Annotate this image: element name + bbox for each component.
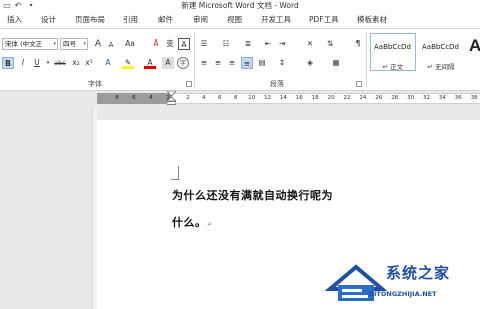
decrease-indent-icon[interactable]: ⇤ — [262, 38, 274, 50]
ruler-number: 8 — [233, 95, 238, 101]
font-color-icon[interactable]: A — [144, 57, 156, 69]
style-name: ↵ 正文 — [382, 63, 404, 71]
ruler-number: 4 — [149, 95, 153, 101]
numbering-icon[interactable]: ☷ — [220, 38, 232, 50]
font-dialog-launcher-icon[interactable] — [186, 81, 192, 87]
ruler-number: 20 — [327, 95, 335, 101]
margin-corner-mark — [171, 166, 179, 180]
ruler-number: 26 — [375, 95, 383, 101]
style-no-spacing[interactable]: AaBbCcDd ↵ 无间隔 — [418, 33, 464, 71]
shrink-font-button[interactable]: A — [105, 39, 117, 51]
align-right-icon[interactable]: ≡ — [226, 57, 238, 69]
grow-font-button[interactable]: A — [92, 38, 104, 50]
align-center-icon[interactable]: ≡ — [212, 57, 224, 69]
paragraph-mark: ↵ — [206, 220, 213, 228]
ruler-number: 12 — [264, 95, 271, 101]
style-sample: AaBbCcDd — [422, 43, 459, 51]
paragraph-dialog-launcher-icon[interactable] — [356, 81, 362, 87]
tab-developer[interactable]: 开发工具 — [261, 14, 291, 26]
justify-icon[interactable]: ≡ — [241, 57, 253, 69]
distributed-icon[interactable]: ▤ — [256, 57, 268, 69]
chinese-layout-icon[interactable]: ✕ — [304, 38, 316, 50]
show-marks-icon[interactable]: ¶ — [352, 38, 364, 50]
align-left-icon[interactable]: ≡ — [198, 57, 210, 69]
tab-mailings[interactable]: 邮件 — [158, 14, 173, 26]
font-group-label: 字体 — [88, 80, 102, 88]
font-size-value: 四号 — [63, 40, 76, 48]
tab-references[interactable]: 引用 — [123, 14, 138, 26]
indent-marker-icon[interactable] — [167, 91, 176, 105]
window-title: 新建 Microsoft Word 文档 - Word — [181, 1, 299, 10]
ruler-number: 8 — [115, 95, 119, 101]
tab-insert[interactable]: 插入 — [7, 14, 22, 26]
ruler-number: 34 — [438, 95, 446, 101]
enclose-characters-icon[interactable]: 字 — [177, 57, 189, 69]
superscript-button[interactable]: x² — [83, 57, 95, 69]
tab-design[interactable]: 设计 — [41, 14, 56, 26]
divider — [366, 32, 367, 87]
tab-page-layout[interactable]: 页面布局 — [75, 14, 105, 26]
tab-review[interactable]: 审阅 — [193, 14, 208, 26]
style-heading[interactable]: A — [464, 33, 480, 71]
style-normal[interactable]: AaBbCcDd ↵ 正文 — [370, 33, 416, 71]
ribbon-tabs: 插入 设计 页面布局 引用 邮件 审阅 视图 开发工具 PDF工具 模板素材 — [0, 11, 480, 29]
ruler-number: 38 — [470, 95, 478, 101]
style-name: ↵ 无间隔 — [427, 63, 455, 71]
ruler-number: 2 — [186, 95, 190, 101]
ruler-number: 18 — [311, 95, 319, 101]
phonetic-guide-icon[interactable]: 变 — [164, 38, 176, 50]
highlight-color-icon[interactable]: ✎ — [122, 57, 134, 69]
paragraph-group-label: 段落 — [270, 80, 284, 88]
clear-formatting-icon[interactable]: Ā — [150, 38, 162, 50]
document-text-line[interactable]: 什么。↵ — [172, 214, 213, 230]
ruler-number: 22 — [343, 95, 351, 101]
watermark-url: XITONGZHIJIA.NET — [369, 290, 437, 298]
font-size-select[interactable]: 四号 ▾ — [60, 38, 88, 50]
shading-icon[interactable]: ◈ — [304, 57, 316, 69]
ruler-number: 6 — [132, 95, 136, 101]
ruler-number: 4 — [202, 95, 206, 101]
ribbon-home: 宋体 (中文正 ▾ 四号 ▾ A A Aa Ā 变 A B I U ▾ abc x₂… — [0, 29, 480, 91]
ruler-number: 30 — [407, 95, 415, 101]
document-text: 什么。 — [172, 216, 207, 229]
font-family-value: 宋体 (中文正 — [5, 40, 43, 48]
tab-pdf-tools[interactable]: PDF工具 — [309, 14, 339, 26]
chevron-down-icon: ▾ — [83, 41, 86, 47]
divider — [194, 32, 195, 87]
strikethrough-button[interactable]: abc — [52, 57, 68, 69]
tab-view[interactable]: 视图 — [227, 14, 242, 26]
italic-button[interactable]: I — [17, 57, 29, 69]
ruler-number: 6 — [218, 95, 222, 101]
ruler-number: 28 — [391, 95, 399, 101]
increase-indent-icon[interactable]: ⇥ — [276, 38, 288, 50]
bullets-icon[interactable]: ☰ — [198, 38, 210, 50]
document-text-line[interactable]: 为什么还没有满就自动换行呢为 — [172, 187, 333, 203]
ruler-number: 16 — [295, 95, 303, 101]
title-bar: ▭ ↶ ▾ 新建 Microsoft Word 文档 - Word — [0, 0, 480, 11]
ruler-number: 10 — [248, 95, 256, 101]
line-spacing-icon[interactable]: ↕ — [276, 57, 288, 69]
left-gutter — [0, 108, 97, 309]
character-shading-icon[interactable]: A — [162, 57, 174, 69]
bold-button[interactable]: B — [2, 57, 14, 69]
change-case-button[interactable]: Aa — [122, 38, 138, 50]
tab-templates[interactable]: 模板素材 — [357, 14, 387, 26]
style-sample: A — [469, 36, 480, 55]
text-effects-icon[interactable]: A — [102, 57, 114, 69]
font-family-select[interactable]: 宋体 (中文正 ▾ — [2, 38, 58, 50]
watermark-text: 系统之家 — [386, 264, 451, 282]
ruler-number: 14 — [279, 95, 287, 101]
subscript-button[interactable]: x₂ — [70, 57, 82, 69]
multilevel-list-icon[interactable]: ≣ — [242, 38, 254, 50]
sort-icon[interactable]: ⇅ — [324, 38, 336, 50]
word-window: ▭ ↶ ▾ 新建 Microsoft Word 文档 - Word 插入 设计 … — [0, 0, 480, 309]
ruler-number: 24 — [359, 95, 367, 101]
ruler-number: 36 — [454, 95, 462, 101]
chevron-down-icon: ▾ — [53, 41, 56, 47]
style-sample: AaBbCcDd — [374, 43, 411, 51]
borders-icon[interactable]: ▦ — [330, 57, 342, 69]
character-border-icon[interactable]: A — [178, 38, 190, 50]
ruler-number: 32 — [423, 95, 430, 101]
